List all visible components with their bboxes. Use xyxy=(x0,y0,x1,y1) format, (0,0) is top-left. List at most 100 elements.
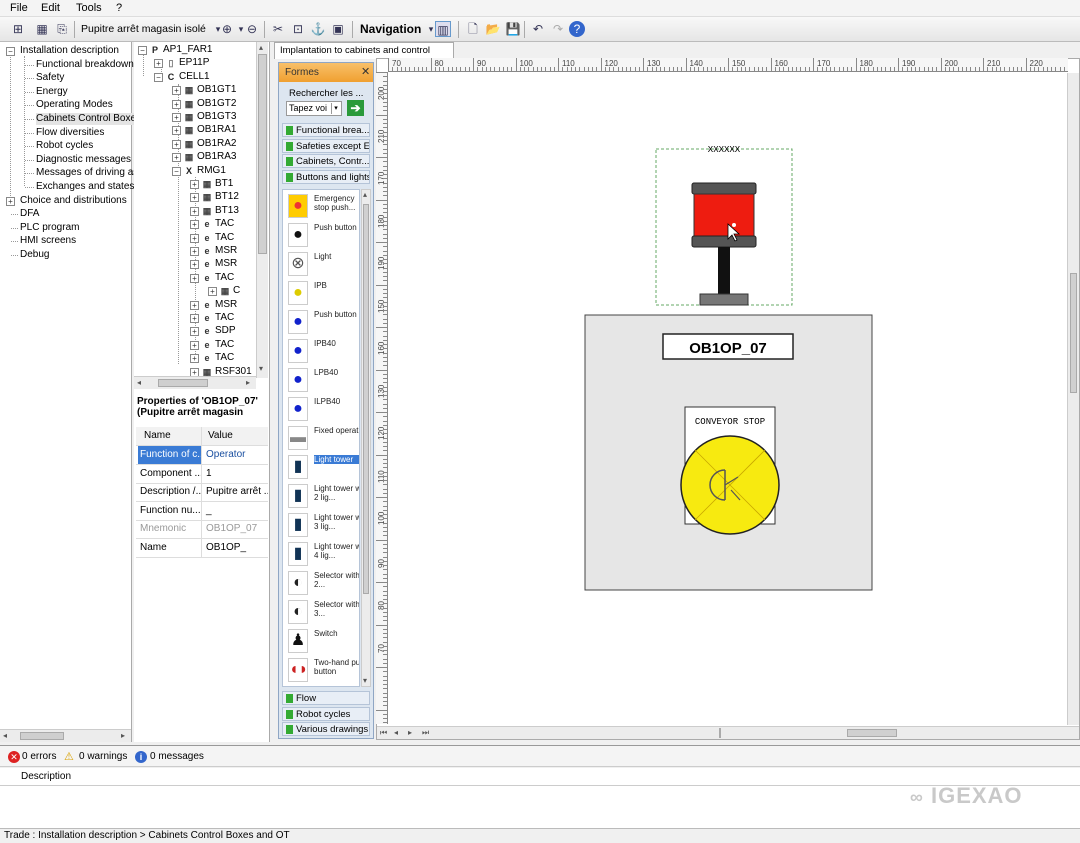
nav-tree-item[interactable]: DFA xyxy=(20,208,39,220)
shape-item[interactable]: ● Push button xyxy=(286,221,359,249)
shape-item[interactable]: ▭7 segment xyxy=(286,685,359,686)
shape-item[interactable]: ▮ Light tower xyxy=(286,453,359,481)
nav-tree-item[interactable]: Safety xyxy=(36,72,64,84)
property-row[interactable]: Function nu... _ xyxy=(136,501,268,521)
open-folder-icon[interactable]: 📂 xyxy=(485,21,501,37)
scroll-left-icon[interactable]: ◂ xyxy=(137,378,141,387)
expand-toggle-icon[interactable]: + xyxy=(190,327,199,337)
object-tree-item[interactable]: TAC xyxy=(215,339,234,351)
expand-toggle-icon[interactable]: + xyxy=(208,287,217,297)
nav-tree-item[interactable]: Cabinets Control Boxes xyxy=(36,113,142,125)
navigation-label[interactable]: Navigation xyxy=(360,22,421,36)
object-tree-item[interactable]: OB1GT3 xyxy=(197,111,236,123)
expand-toggle-icon[interactable]: − xyxy=(172,166,181,176)
close-icon[interactable]: ✕ xyxy=(361,63,370,82)
station-label[interactable]: Pupitre arrêt magasin isolé xyxy=(81,23,206,35)
object-tree-item[interactable]: C xyxy=(233,285,240,297)
expand-toggle-icon[interactable]: + xyxy=(190,300,199,310)
undo-icon[interactable]: ↶ xyxy=(530,21,546,37)
property-value[interactable]: Operator xyxy=(204,446,268,464)
horizontal-scrollbar[interactable]: ◂ ▸ xyxy=(134,376,256,389)
errors-count[interactable]: 0 errors xyxy=(22,751,56,762)
shape-item[interactable]: ⊗ Light xyxy=(286,250,359,278)
shape-item[interactable]: ◖◗ Two-hand push button xyxy=(286,656,359,684)
nav-tree-item[interactable]: Robot cycles xyxy=(36,140,93,152)
last-page-icon[interactable]: ⏭ xyxy=(422,728,429,738)
scroll-left-icon[interactable]: ◂ xyxy=(3,731,7,740)
shape-item[interactable]: ● Push button ... xyxy=(286,308,359,336)
nav-tree-item[interactable]: Exchanges and states xyxy=(36,181,134,193)
shape-category[interactable]: Safeties except ES xyxy=(282,138,370,153)
scroll-thumb[interactable] xyxy=(158,379,208,387)
expand-toggle-icon[interactable]: + xyxy=(190,180,199,189)
object-tree-item[interactable]: BT1 xyxy=(215,178,233,190)
menu-help[interactable]: ? xyxy=(116,2,122,14)
split-handle[interactable] xyxy=(719,728,721,738)
object-tree-item[interactable]: BT12 xyxy=(215,191,239,203)
grid-icon[interactable]: ▦ xyxy=(34,21,50,37)
scroll-thumb[interactable] xyxy=(20,732,64,740)
expand-toggle-icon[interactable]: + xyxy=(154,59,163,69)
expand-toggle-icon[interactable]: + xyxy=(190,247,199,256)
property-value[interactable]: 1 xyxy=(204,465,268,483)
shape-category[interactable]: Cabinets, Contr... xyxy=(282,154,370,168)
shape-item[interactable]: ● Emergency stop push... xyxy=(286,192,359,220)
object-tree-item[interactable]: MSR xyxy=(215,299,237,311)
shape-item[interactable]: ▮ Light tower with 3 lig... xyxy=(286,511,359,539)
property-value[interactable]: OB1OP_ xyxy=(204,539,268,557)
object-tree-item[interactable]: OB1GT1 xyxy=(197,84,236,96)
scroll-right-icon[interactable]: ▸ xyxy=(246,378,250,387)
shape-item[interactable]: ● IPB xyxy=(286,279,359,307)
nav-tree-item[interactable]: HMI screens xyxy=(20,235,76,247)
object-tree-item[interactable]: BT13 xyxy=(215,205,239,217)
object-tree-item[interactable]: MSR xyxy=(215,245,237,257)
menu-file[interactable]: File xyxy=(10,2,28,14)
expand-toggle-icon[interactable]: + xyxy=(6,196,15,206)
nav-tree-item[interactable]: Messages of driving as xyxy=(36,167,138,179)
property-value[interactable]: Pupitre arrêt ... xyxy=(204,483,268,501)
object-tree-item[interactable]: TAC xyxy=(215,352,234,364)
warning-icon[interactable]: ⚠ xyxy=(64,750,74,763)
property-row[interactable]: Function of c... Operator xyxy=(136,446,268,465)
scroll-thumb[interactable] xyxy=(363,204,369,594)
expand-toggle-icon[interactable]: + xyxy=(172,126,181,136)
object-tree-item[interactable]: TAC xyxy=(215,218,234,230)
menu-edit[interactable]: Edit xyxy=(41,2,60,14)
nav-tree-item[interactable]: Energy xyxy=(36,86,68,98)
expand-toggle-icon[interactable]: + xyxy=(172,139,181,149)
shape-category[interactable]: Buttons and lights xyxy=(282,169,370,184)
link-icon[interactable]: ⎘ xyxy=(54,21,70,37)
expand-toggle-icon[interactable]: + xyxy=(190,340,199,350)
save-icon[interactable]: 💾 xyxy=(505,21,521,37)
nav-tree-item[interactable]: Flow diversities xyxy=(36,127,104,139)
canvas-vertical-scrollbar[interactable] xyxy=(1067,73,1079,725)
object-tree-item[interactable]: RMG1 xyxy=(197,165,226,177)
horizontal-scrollbar[interactable]: ◂ ▸ xyxy=(0,729,131,742)
nav-tree-item[interactable]: Operating Modes xyxy=(36,99,113,111)
error-icon[interactable]: ✕ xyxy=(8,751,20,763)
next-page-icon[interactable]: ▸ xyxy=(408,728,412,737)
shape-item[interactable]: ▬ Fixed operat... xyxy=(286,424,359,452)
shape-list-scrollbar[interactable]: ▴ ▾ xyxy=(361,189,371,687)
new-document-icon[interactable]: 🗋 xyxy=(465,21,481,37)
property-value[interactable]: _ xyxy=(204,502,268,520)
scroll-up-icon[interactable]: ▴ xyxy=(363,190,367,199)
canvas-horizontal-scrollbar[interactable]: ⏮ ◂ ▸ ⏭ xyxy=(377,726,1079,739)
object-tree-item[interactable]: AP1_FAR1 xyxy=(163,44,212,56)
object-tree-item[interactable]: OB1GT2 xyxy=(197,98,236,110)
description-column-header[interactable]: Description xyxy=(21,771,71,782)
expand-toggle-icon[interactable]: − xyxy=(6,47,15,56)
search-go-icon[interactable]: ➔ xyxy=(347,100,364,116)
scroll-thumb[interactable] xyxy=(258,54,267,254)
property-value[interactable]: OB1OP_07 xyxy=(204,520,268,538)
nav-tree-item[interactable]: Choice and distributions xyxy=(20,195,127,207)
object-tree-item[interactable]: OB1RA3 xyxy=(197,151,236,163)
nav-tree-item[interactable]: Debug xyxy=(20,249,49,261)
menu-tools[interactable]: Tools xyxy=(76,2,102,14)
scroll-down-icon[interactable]: ▾ xyxy=(259,364,263,373)
shape-item[interactable]: ▮ Light tower with 4 lig... xyxy=(286,540,359,568)
shape-item[interactable]: ● IPB40 xyxy=(286,337,359,365)
shape-item[interactable]: ◐ Selector with 3... xyxy=(286,598,359,626)
first-page-icon[interactable]: ⏮ xyxy=(380,728,387,738)
expand-toggle-icon[interactable]: + xyxy=(190,233,199,243)
